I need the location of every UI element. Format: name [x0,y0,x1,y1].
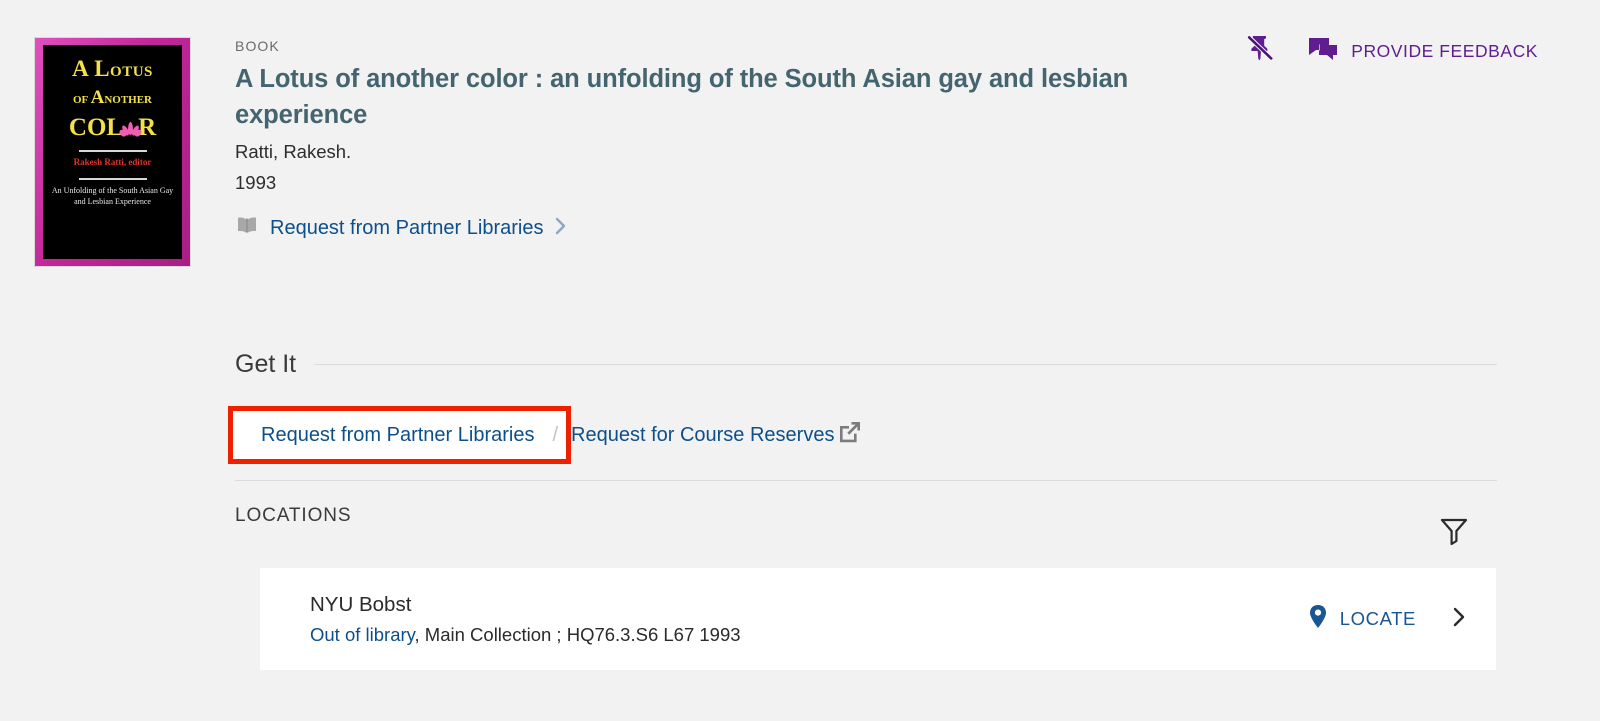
location-status-line: Out of library, Main Collection ; HQ76.3… [310,624,1308,646]
request-partner-libraries-label: Request from Partner Libraries [270,216,544,239]
get-it-link-separator: / [552,423,559,446]
request-partner-libraries-link[interactable]: Request from Partner Libraries [235,216,568,241]
lotus-flower-icon [118,122,144,138]
cover-line-3-a: C [68,114,87,141]
book-cover-thumbnail[interactable]: A LOTUS OF ANOTHER COL R Rakesh Ratti, ed… [35,38,190,266]
cover-line-3: COL R [43,115,182,140]
book-cover-image: A LOTUS OF ANOTHER COL R Rakesh Ratti, ed… [35,38,190,266]
record-type-label: BOOK [235,38,280,54]
location-availability-status[interactable]: Out of library [310,624,415,645]
external-link-icon [837,419,863,451]
location-info: NYU Bobst Out of library, Main Collectio… [310,593,1308,646]
locations-heading: LOCATIONS [235,505,352,526]
location-library-name: NYU Bobst [310,592,412,616]
cover-divider-top [78,150,147,152]
get-it-bottom-rule [235,480,1497,481]
pin-off-icon [1244,33,1274,70]
filter-funnel-icon [1439,518,1469,549]
cover-line-2-c: NOTHER [104,94,153,106]
cover-subtitle: An Unfolding of the South Asian Gay and … [51,185,174,206]
get-it-heading-row: Get It [235,350,1497,379]
location-expand-chevron[interactable] [1450,604,1468,635]
cover-line-1-c: OTUS [110,64,153,80]
record-details: BOOK A Lotus of another color : an unfol… [235,38,1185,241]
chevron-right-icon [1450,607,1468,634]
get-it-links-row: Request from Partner Libraries / Request… [228,406,1497,464]
filter-locations-button[interactable] [1439,515,1469,550]
chat-bubbles-icon [1308,36,1338,67]
record-actions: PROVIDE FEEDBACK [1244,33,1538,70]
get-it-request-course-reserves-link[interactable]: Request for Course Reserves [571,419,863,451]
get-it-section: Get It Request from Partner Libraries / … [228,350,1497,481]
location-call-number: , Main Collection ; HQ76.3.S6 L67 1993 [414,623,741,645]
provide-feedback-button[interactable]: PROVIDE FEEDBACK [1308,36,1538,67]
cover-line-2: OF ANOTHER [43,88,182,107]
book-icon [235,216,259,240]
get-it-request-course-reserves-label: Request for Course Reserves [571,423,835,446]
pin-toggle-button[interactable] [1244,33,1274,70]
cover-line-2-b: A [90,87,105,108]
get-it-heading-rule [314,364,1497,365]
record-header: A LOTUS OF ANOTHER COL R Rakesh Ratti, ed… [0,0,1600,330]
record-year: 1993 [235,171,277,193]
cover-divider-bottom [78,177,147,180]
cover-line-3-b: OL [86,114,124,141]
locations-section: LOCATIONS NYU Bobst Out of library, Main… [235,505,1497,670]
record-title-link[interactable]: A Lotus of another color : an unfolding … [235,61,1185,133]
chevron-right-icon [554,216,568,241]
map-pin-icon [1308,604,1328,635]
record-author: Ratti, Rakesh. [235,141,352,163]
cover-line-1-a: A [72,56,95,81]
locate-button[interactable]: LOCATE [1308,604,1416,635]
cover-line-3-c: R [138,114,157,141]
provide-feedback-label: PROVIDE FEEDBACK [1351,41,1538,61]
location-row[interactable]: NYU Bobst Out of library, Main Collectio… [260,568,1496,670]
get-it-request-partner-libraries-link[interactable]: Request from Partner Libraries [261,424,534,447]
locations-header: LOCATIONS [235,505,1497,550]
cover-line-2-a: OF [72,94,91,106]
book-cover-art: A LOTUS OF ANOTHER COL R Rakesh Ratti, ed… [43,45,182,259]
cover-line-1: A LOTUS [43,57,182,80]
get-it-heading: Get It [235,350,297,378]
cover-line-1-b: L [94,56,111,81]
locate-label: LOCATE [1339,608,1416,629]
cover-editor-credit: Rakesh Ratti, editor [73,157,152,167]
